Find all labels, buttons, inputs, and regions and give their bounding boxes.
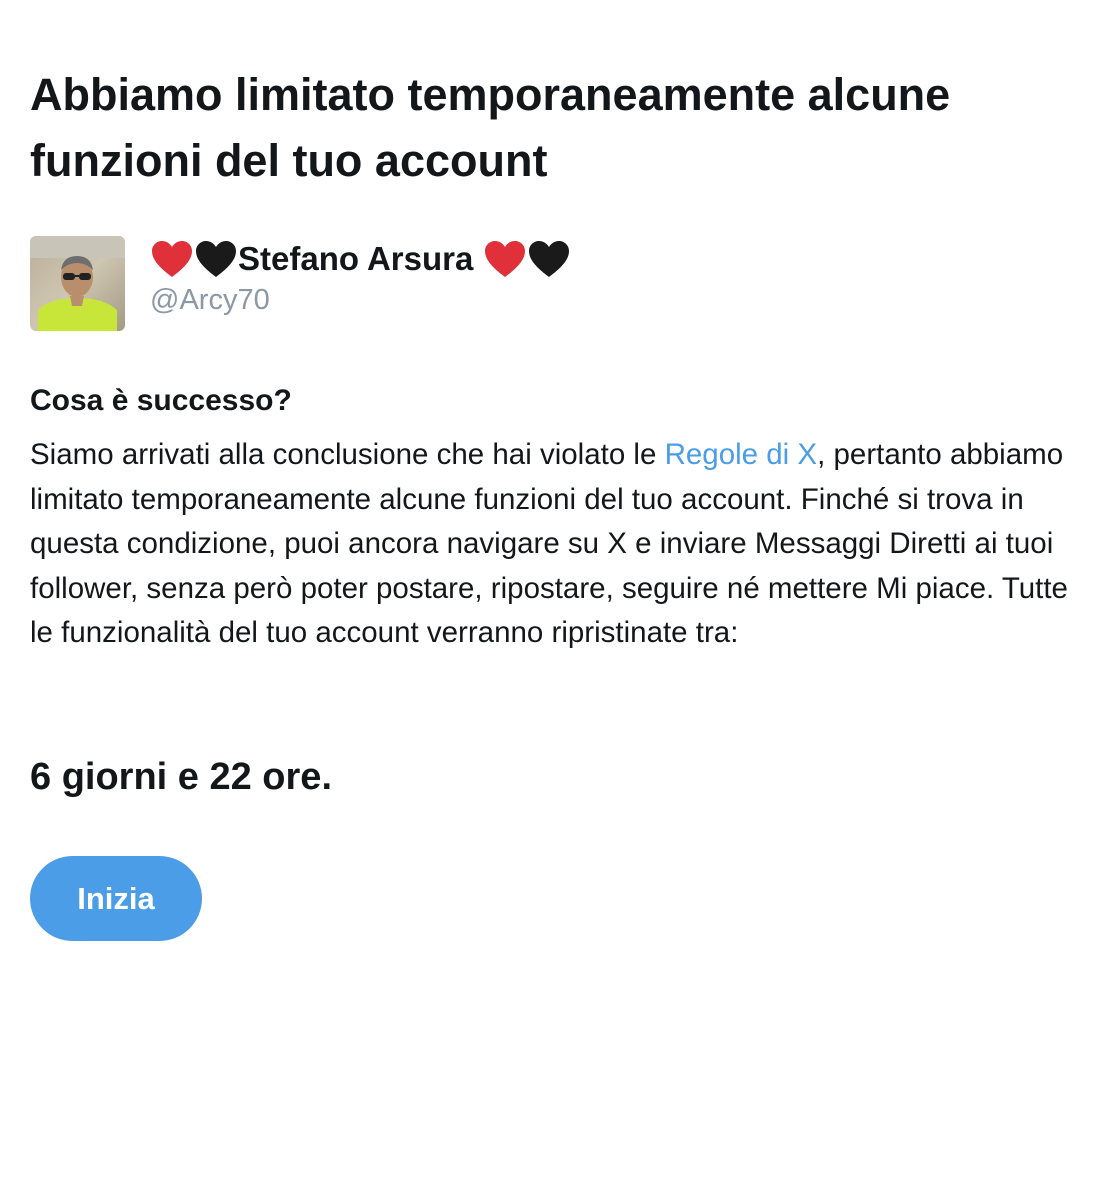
red-heart-icon [150,239,194,279]
notice-text: Siamo arrivati alla conclusione che hai … [30,433,1075,656]
restriction-duration: 6 giorni e 22 ore. [30,756,332,798]
notice-text-before-link: Siamo arrivati alla conclusione che hai … [30,438,665,471]
section-heading: Cosa è successo? [30,384,292,417]
user-handle: @Arcy70 [150,284,270,316]
start-button[interactable]: Inizia [30,856,202,941]
black-heart-icon [527,239,571,279]
avatar [30,236,125,331]
page-title: Abbiamo limitato temporaneamente alcune … [30,69,951,186]
black-heart-icon [194,239,238,279]
user-card: Stefano Arsura @Arcy70 [30,236,1030,332]
display-name-text: Stefano Arsura [238,240,474,277]
avatar-image [30,236,125,331]
display-name: Stefano Arsura [150,238,571,280]
red-heart-icon [483,239,527,279]
rules-link[interactable]: Regole di X [665,438,818,471]
